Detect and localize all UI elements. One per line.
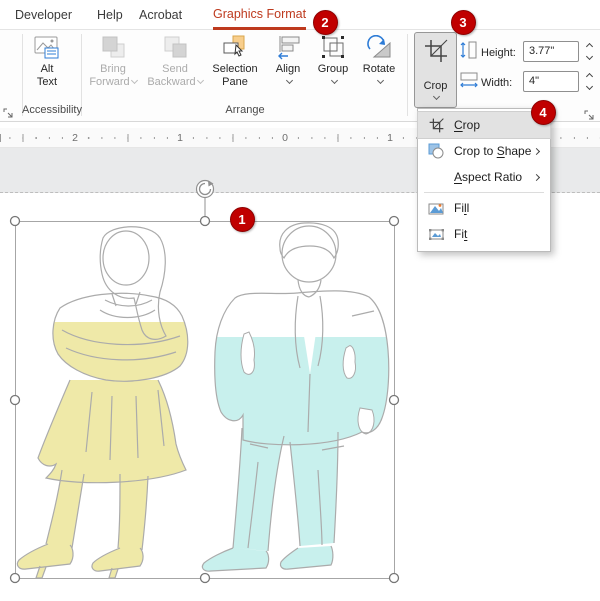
menu-item-label: Aspect Ratio — [454, 170, 523, 184]
group-label: Group — [317, 63, 349, 75]
menu-item-fill[interactable]: Fill — [418, 195, 550, 221]
menu-item-crop[interactable]: Crop — [417, 111, 551, 139]
handle-bottom-left[interactable] — [9, 572, 21, 584]
handle-top-middle[interactable] — [199, 215, 211, 227]
selection-pane-button[interactable]: Selection Pane — [208, 32, 262, 89]
crop-button[interactable]: Crop — [414, 32, 457, 108]
handle-top-left[interactable] — [9, 215, 21, 227]
bring-forward-label-1: Bring — [100, 63, 126, 75]
chevron-down-icon — [376, 76, 384, 85]
ruler-number: 1 — [383, 131, 397, 145]
align-icon — [275, 35, 301, 61]
step-badge-2: 2 — [312, 9, 338, 35]
step-badge-1: 1 — [229, 206, 255, 232]
bring-forward-button[interactable]: Bring Forward — [84, 32, 142, 89]
chevron-down-icon — [130, 76, 138, 85]
height-label: Height: — [481, 47, 516, 59]
chevron-down-icon — [432, 92, 441, 101]
handle-middle-right[interactable] — [388, 394, 400, 406]
bring-forward-label-2: Forward — [89, 76, 138, 89]
crop-icon — [424, 39, 448, 66]
ruler-number: 2 — [68, 131, 82, 145]
menu-item-crop-to-shape[interactable]: Crop to Shape — [418, 138, 550, 164]
height-spinner[interactable] — [583, 41, 595, 62]
spinner-up-icon[interactable] — [585, 72, 593, 80]
ruler-number: 0 — [278, 131, 292, 145]
menu-item-aspect-ratio[interactable]: Aspect Ratio — [418, 164, 550, 190]
rotate-label: Rotate — [362, 63, 396, 75]
arrange-group-label: Arrange — [225, 104, 265, 116]
powerpoint-window: Developer Help Acrobat Graphics Format A… — [0, 0, 600, 601]
ribbon-tab-bar: Developer Help Acrobat Graphics Format — [0, 0, 600, 30]
alt-text-button[interactable]: Alt Text — [25, 32, 69, 89]
width-label: Width: — [481, 77, 513, 89]
width-icon — [459, 72, 479, 95]
send-backward-label-2: Backward — [147, 76, 204, 89]
tab-developer[interactable]: Developer — [15, 0, 72, 30]
rotate-button[interactable]: Rotate — [356, 32, 402, 89]
crop-button-label: Crop — [423, 80, 448, 92]
man-color-overlay — [202, 337, 389, 572]
bring-forward-icon — [100, 35, 126, 61]
rotate-handle[interactable] — [195, 179, 215, 199]
handle-bottom-right[interactable] — [388, 572, 400, 584]
alt-text-label-2: Text — [36, 76, 58, 88]
height-icon — [459, 41, 479, 64]
fill-icon — [427, 201, 445, 216]
rotate-icon — [366, 35, 392, 61]
ruler-number: 1 — [173, 131, 187, 145]
spinner-up-icon[interactable] — [585, 42, 593, 50]
group-button[interactable]: Group — [312, 32, 354, 89]
crop-icon — [427, 117, 445, 133]
width-spinner[interactable] — [583, 71, 595, 92]
menu-item-label: Crop — [454, 118, 481, 132]
handle-top-right[interactable] — [388, 215, 400, 227]
spinner-down-icon[interactable] — [585, 53, 593, 61]
menu-item-label: Fill — [454, 201, 470, 215]
submenu-chevron-icon — [532, 173, 541, 181]
spinner-down-icon[interactable] — [585, 83, 593, 91]
menu-item-label: Fit — [454, 227, 468, 241]
fit-icon — [427, 227, 445, 242]
selection-pane-icon — [222, 35, 248, 61]
crop-to-shape-icon — [427, 143, 445, 159]
send-backward-button[interactable]: Send Backward — [143, 32, 207, 89]
menu-item-fit[interactable]: Fit — [418, 221, 550, 247]
height-input[interactable]: 3.77" — [523, 41, 579, 62]
woman-color-overlay — [17, 322, 188, 578]
chevron-down-icon — [330, 76, 338, 85]
group-separator — [407, 34, 408, 116]
step-badge-4: 4 — [530, 99, 556, 125]
submenu-chevron-icon — [532, 147, 541, 155]
width-input[interactable]: 4" — [523, 71, 579, 92]
tab-help[interactable]: Help — [97, 0, 123, 30]
chevron-down-icon — [285, 76, 293, 85]
send-backward-icon — [162, 35, 188, 61]
group-icon — [320, 35, 346, 61]
alt-text-label-1: Alt — [40, 63, 54, 75]
handle-bottom-middle[interactable] — [199, 572, 211, 584]
menu-item-label: Crop to Shape — [454, 144, 532, 158]
tab-graphics-format[interactable]: Graphics Format — [213, 0, 307, 30]
align-label: Align — [275, 63, 301, 75]
handle-middle-left[interactable] — [9, 394, 21, 406]
alt-text-icon — [34, 35, 60, 61]
crop-dropdown-menu: Crop Crop to Shape Aspect Ratio Fill Fit — [417, 108, 551, 252]
tab-acrobat[interactable]: Acrobat — [139, 0, 182, 30]
align-button[interactable]: Align — [266, 32, 310, 89]
menu-separator — [424, 192, 544, 193]
step-badge-3: 3 — [450, 9, 476, 35]
accessibility-group-label: Accessibility — [22, 104, 82, 116]
selection-pane-label-2: Pane — [222, 76, 248, 88]
send-backward-label-1: Send — [162, 63, 188, 75]
chevron-down-icon — [196, 76, 204, 85]
size-dialog-launcher-icon[interactable] — [584, 108, 596, 120]
selection-pane-label-1: Selection — [212, 63, 258, 75]
